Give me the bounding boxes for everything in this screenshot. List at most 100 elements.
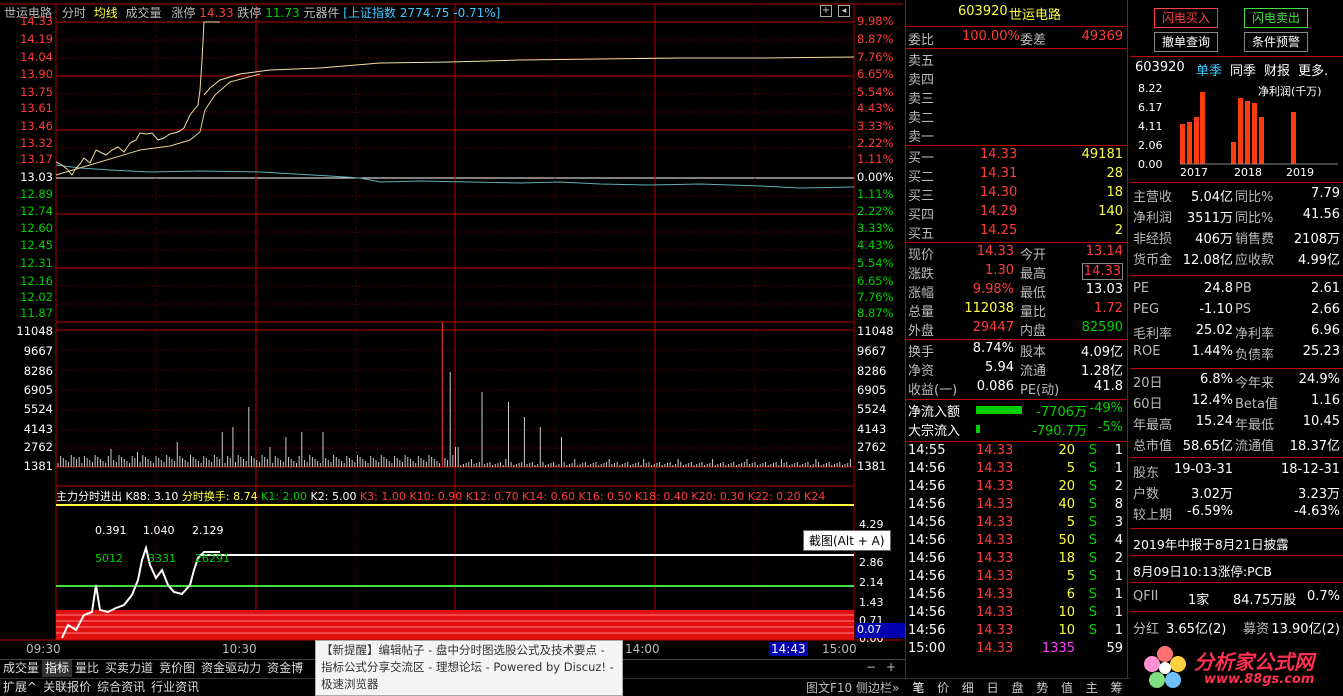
tab-industry-news[interactable]: 行业资讯: [148, 679, 202, 696]
plus-icon[interactable]: +: [886, 660, 896, 674]
stat-value: 4.09亿: [1081, 345, 1123, 360]
indicator-current-value: 0.07: [855, 623, 905, 638]
stat-label: 净资: [908, 364, 935, 379]
volume-tick-right: 9667: [857, 344, 887, 358]
quote-tab[interactable]: 日: [987, 679, 999, 696]
tab-news[interactable]: 综合资讯: [94, 679, 148, 696]
price-tick: 13.90: [20, 67, 53, 81]
cancel-order-button[interactable]: 撤单查询: [1154, 32, 1218, 52]
tick-price: 14.33: [976, 623, 1014, 638]
stat-value: 82590: [1081, 320, 1123, 335]
intraday-chart[interactable]: 世运电路 分时 均线 成交量 涨停 14.33 跌停 11.73 元器件 [上证…: [0, 0, 905, 660]
buy-row[interactable]: 买三 14.30 18: [906, 185, 1127, 204]
sell-row[interactable]: 卖五: [906, 50, 1127, 69]
volume-tick: 5524: [23, 402, 53, 416]
fin-label: 货币金: [1133, 253, 1173, 268]
quote-tab[interactable]: 值: [1061, 679, 1073, 696]
tab-fenshi[interactable]: 分时: [62, 6, 86, 20]
fin-row: 非经损 406万 销售费 2108万: [1130, 228, 1343, 247]
tab-capital-drive[interactable]: 资金驱动力: [198, 660, 264, 677]
minus-icon[interactable]: −: [866, 660, 876, 674]
collapse-icon[interactable]: ◂: [838, 5, 850, 17]
net-profit-bar: [1180, 124, 1185, 164]
tick-price: 14.33: [976, 533, 1014, 548]
indicator-name[interactable]: 主力分时进出: [56, 490, 122, 503]
tick-row: 14:56 14.33 5 S 1: [906, 461, 1127, 480]
fin-row: 20日 6.8% 今年来 24.9%: [1130, 372, 1343, 391]
tab-volume[interactable]: 成交量: [126, 6, 162, 20]
fin-tab-report[interactable]: 财报: [1264, 60, 1290, 79]
sell-row[interactable]: 卖二: [906, 107, 1127, 126]
fin-value: 18.37亿: [1289, 439, 1340, 454]
stat-row: 涨幅 9.98% 最低 13.03: [906, 282, 1127, 301]
quote-tab[interactable]: 势: [1036, 679, 1048, 696]
stat-label: 内盘: [1020, 324, 1047, 339]
quote-tab[interactable]: 细: [962, 679, 974, 696]
fin-tab-same-quarter[interactable]: 同季: [1230, 60, 1256, 79]
buy-row[interactable]: 买二 14.31 28: [906, 166, 1127, 185]
limit-up-label: 涨停: [171, 6, 196, 20]
tab-indicator[interactable]: 指标: [42, 660, 73, 677]
tick-side: S: [1088, 569, 1097, 584]
tab-junxian[interactable]: 均线: [94, 6, 118, 20]
sell-row[interactable]: 卖一: [906, 126, 1127, 145]
index-label[interactable]: [上证指数: [343, 6, 396, 20]
tick-volume: 5: [1066, 515, 1075, 530]
flow-row: 大宗流入 -790.7万 -5%: [906, 420, 1127, 439]
tick-volume: 20: [1058, 479, 1075, 494]
quote-tab[interactable]: 盘: [1011, 679, 1023, 696]
quote-tab[interactable]: 笔: [912, 679, 924, 696]
quote-bottom-tabs: 笔价细日盘势值主筹: [906, 678, 1129, 696]
tab-related-quote[interactable]: 关联报价: [40, 679, 94, 696]
buy-row[interactable]: 买四 14.29 140: [906, 204, 1127, 223]
indicator-k1: K1: 2.00: [261, 490, 308, 503]
stat2-row: 换手 8.74% 股本 4.09亿: [906, 341, 1127, 360]
fin-label: Beta值: [1235, 397, 1278, 412]
fin-value: 19-03-31: [1173, 462, 1233, 477]
flash-buy-button[interactable]: 闪电买入: [1154, 8, 1218, 28]
sell-row[interactable]: 卖四: [906, 69, 1127, 88]
tab-buysell[interactable]: 买卖力道: [102, 660, 156, 677]
tab-liangbi[interactable]: 量比: [72, 660, 102, 677]
quote-tab[interactable]: 主: [1086, 679, 1098, 696]
flow-pct: -5%: [1097, 420, 1123, 435]
buy-row[interactable]: 买五 14.25 2: [906, 223, 1127, 242]
flow-pct: -49%: [1089, 401, 1123, 416]
f10-link[interactable]: 图文F10: [806, 679, 852, 696]
fin-tab-quarter[interactable]: 单季: [1196, 60, 1222, 79]
condition-alert-button[interactable]: 条件预警: [1244, 32, 1308, 52]
quote-tab[interactable]: 筹: [1111, 679, 1123, 696]
fin-value: 10.45: [1302, 414, 1340, 429]
flow-label: 净流入额: [908, 405, 961, 420]
volume-tick: 1381: [23, 459, 53, 473]
buy-row[interactable]: 买一 14.33 49181: [906, 147, 1127, 166]
tick-time: 15:00: [908, 641, 946, 656]
pct-tick: 1.11%: [857, 187, 894, 201]
browser-popup[interactable]: 【新提醒】编辑帖子 - 盘中分时图选股公式及技术要点 - 指标公式分享交流区 -…: [315, 640, 623, 696]
tick-count: 1: [1114, 605, 1123, 620]
sector-label[interactable]: 元器件: [303, 6, 339, 20]
tab-expand[interactable]: 扩展^: [0, 679, 40, 696]
fin-y-tick: 2.06: [1138, 139, 1163, 152]
sell-row[interactable]: 卖三: [906, 88, 1127, 107]
fin-tab-more[interactable]: 更多.: [1298, 60, 1328, 79]
fin-value: 4.99亿: [1298, 253, 1340, 268]
volume-tick-right: 5524: [857, 402, 887, 416]
fin-value: 2.61: [1311, 281, 1340, 296]
stat-label: 最低: [1020, 286, 1047, 301]
flash-sell-button[interactable]: 闪电卖出: [1244, 8, 1308, 28]
add-icon[interactable]: +: [820, 5, 832, 17]
sidebar-link[interactable]: 侧边栏»: [856, 679, 899, 696]
fin-value: -4.63%: [1294, 504, 1340, 519]
flow-bar: [976, 425, 980, 433]
tick-price: 14.33: [976, 569, 1014, 584]
qfii-shares: 84.75万股: [1233, 593, 1297, 608]
quote-tab[interactable]: 价: [937, 679, 949, 696]
fin-notice-2: 8月09日10:13涨停:PCB: [1130, 561, 1343, 580]
tab-volume-bottom[interactable]: 成交量: [0, 660, 42, 677]
time-cursor-label: 14:43: [769, 642, 808, 656]
tab-auction[interactable]: 竞价图: [156, 660, 198, 677]
fin-value: 1.44%: [1191, 344, 1233, 359]
fin-value: 5.04亿: [1191, 190, 1233, 205]
tab-capital-game[interactable]: 资金博: [264, 660, 306, 677]
